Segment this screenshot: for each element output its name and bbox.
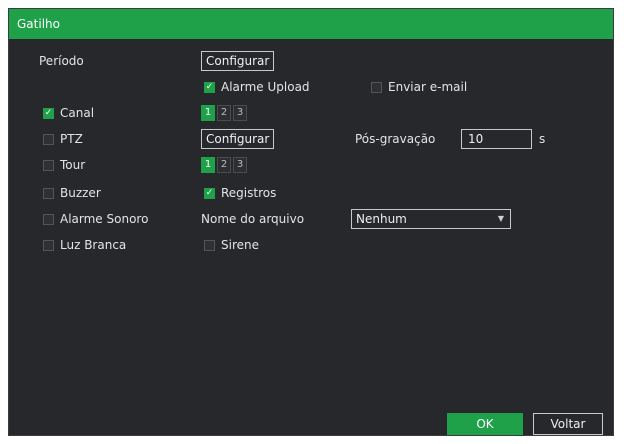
registros-label: Registros <box>221 186 277 200</box>
luz-branca-option[interactable]: Luz Branca <box>43 237 126 253</box>
tour-pages: 1 2 3 <box>201 157 247 173</box>
tour-checkbox[interactable] <box>43 159 54 171</box>
canal-page-3[interactable]: 3 <box>233 105 247 121</box>
ptz-checkbox[interactable] <box>43 133 54 145</box>
periodo-label: Período <box>39 54 84 68</box>
dialog-content: Período Configurar ✓ Alarme Upload Envia… <box>9 39 613 435</box>
canal-page-1[interactable]: 1 <box>201 105 215 121</box>
buzzer-label: Buzzer <box>60 186 101 200</box>
enviar-email-label: Enviar e-mail <box>388 80 468 94</box>
alarme-sonoro-checkbox[interactable] <box>43 213 54 225</box>
alarme-sonoro-label: Alarme Sonoro <box>60 212 149 226</box>
tour-option[interactable]: Tour <box>43 157 85 173</box>
canal-label: Canal <box>60 106 95 120</box>
chevron-down-icon: ▼ <box>497 214 504 223</box>
canal-checkbox[interactable]: ✓ <box>43 107 54 119</box>
luz-branca-label: Luz Branca <box>60 238 127 252</box>
tour-page-2[interactable]: 2 <box>217 157 231 173</box>
buzzer-checkbox[interactable] <box>43 187 54 199</box>
nome-arquivo-label: Nome do arquivo <box>201 212 305 226</box>
registros-option[interactable]: ✓ Registros <box>204 185 276 201</box>
tour-page-1[interactable]: 1 <box>201 157 215 173</box>
ptz-label: PTZ <box>60 132 83 146</box>
trigger-dialog: Gatilho Período Configurar ✓ Alarme Uplo… <box>8 8 614 436</box>
alarme-upload-label: Alarme Upload <box>221 80 310 94</box>
canal-pages: 1 2 3 <box>201 105 247 121</box>
sirene-checkbox[interactable] <box>204 239 215 251</box>
registros-checkbox[interactable]: ✓ <box>204 187 215 199</box>
enviar-email-option[interactable]: Enviar e-mail <box>371 79 467 95</box>
nome-arquivo-value: Nenhum <box>356 212 407 226</box>
dialog-title: Gatilho <box>9 9 613 39</box>
canal-page-2[interactable]: 2 <box>217 105 231 121</box>
ptz-option[interactable]: PTZ <box>43 131 83 147</box>
nome-arquivo-select[interactable]: Nenhum ▼ <box>351 209 511 229</box>
pos-gravacao-unit: s <box>539 132 546 146</box>
sirene-label: Sirene <box>221 238 259 252</box>
alarme-upload-option[interactable]: ✓ Alarme Upload <box>204 79 310 95</box>
sirene-option[interactable]: Sirene <box>204 237 259 253</box>
buzzer-option[interactable]: Buzzer <box>43 185 101 201</box>
tour-label: Tour <box>60 158 86 172</box>
enviar-email-checkbox[interactable] <box>371 81 382 93</box>
voltar-button[interactable]: Voltar <box>533 413 603 435</box>
pos-gravacao-label: Pós-gravação <box>355 132 436 146</box>
luz-branca-checkbox[interactable] <box>43 239 54 251</box>
alarme-sonoro-option[interactable]: Alarme Sonoro <box>43 211 148 227</box>
tour-page-3[interactable]: 3 <box>233 157 247 173</box>
pos-gravacao-input[interactable]: 10 <box>461 129 532 149</box>
ptz-configure-button[interactable]: Configurar <box>201 129 275 149</box>
periodo-configure-button[interactable]: Configurar <box>201 51 275 71</box>
canal-option[interactable]: ✓ Canal <box>43 105 94 121</box>
ok-button[interactable]: OK <box>447 413 523 435</box>
alarme-upload-checkbox[interactable]: ✓ <box>204 81 215 93</box>
